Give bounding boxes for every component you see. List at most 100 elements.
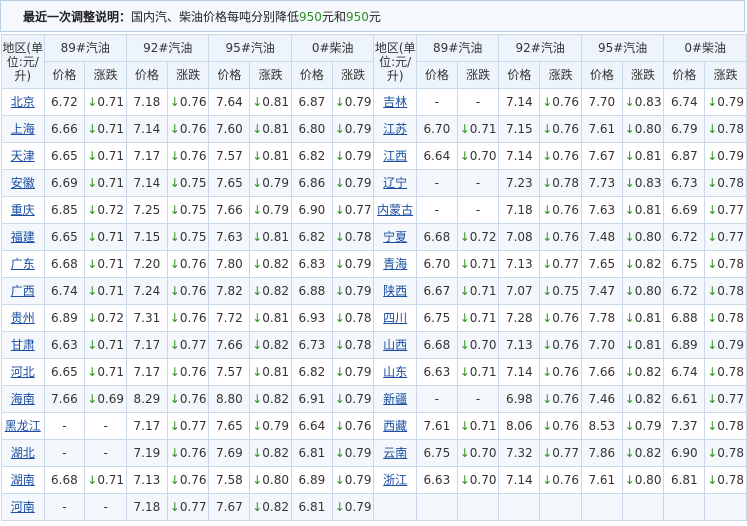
price-cell: 7.15 [125,223,168,251]
change-cell: ↓0.71 [456,412,500,440]
city-link[interactable]: 江苏 [383,122,407,136]
change-value: 0.80 [634,122,662,136]
down-arrow-icon: ↓ [252,284,263,298]
down-arrow-icon: ↓ [542,176,553,190]
price-cell: 6.83 [290,250,333,278]
price-cell: 6.90 [290,196,333,224]
city-link[interactable]: 黑龙江 [5,419,41,433]
price-cell: 7.61 [580,466,623,494]
price-cell: 6.91 [290,385,333,413]
down-arrow-icon: ↓ [707,365,718,379]
down-arrow-icon: ↓ [252,311,263,325]
down-arrow-icon: ↓ [459,473,470,487]
down-arrow-icon: ↓ [252,122,263,136]
down-arrow-icon: ↓ [459,230,470,244]
city-link[interactable]: 吉林 [383,95,407,109]
city-link[interactable]: 辽宁 [383,176,407,190]
down-arrow-icon: ↓ [624,203,635,217]
price-cell: 6.67 [415,277,458,305]
city-link[interactable]: 浙江 [383,473,407,487]
price-cell: 7.13 [498,331,541,359]
city-cell: 宁夏 [373,223,417,251]
table-row: 黑龙江 - -7.17 ↓0.77 7.65 ↓0.79 6.64 ↓0.76 西藏 7.61 ↓0… [1,412,747,440]
city-link[interactable]: 福建 [11,230,35,244]
city-link[interactable]: 江西 [383,149,407,163]
price-cell: 6.98 [498,385,541,413]
city-cell: 青海 [373,250,417,278]
city-link[interactable]: 安徽 [11,176,35,190]
change-cell: ↓0.76 [166,439,210,467]
change-cell: ↓0.79 [704,88,747,116]
city-link[interactable]: 宁夏 [383,230,407,244]
change-cell: ↓0.80 [621,115,665,143]
price-cell: 7.63 [580,196,623,224]
price-cell: 6.82 [290,358,333,386]
city-link[interactable]: 河北 [11,365,35,379]
city-cell: 四川 [373,304,417,332]
city-link[interactable]: 山西 [383,338,407,352]
city-link[interactable]: 广西 [11,284,35,298]
price-cell: 6.68 [415,331,458,359]
city-link[interactable]: 湖南 [11,473,35,487]
price-cell: 6.66 [43,115,86,143]
city-link[interactable]: 上海 [11,122,35,136]
price-cell: 6.88 [663,304,706,332]
city-link[interactable]: 河南 [11,500,35,514]
price-cell: 7.57 [208,142,251,170]
price-cell: 8.53 [580,412,623,440]
change-cell: ↓0.79 [331,115,375,143]
change-value: 0.82 [262,392,290,406]
city-link[interactable]: 西藏 [383,419,407,433]
change-cell: ↓0.82 [621,385,665,413]
change-value: 0.69 [97,392,125,406]
city-link[interactable]: 云南 [383,446,407,460]
price-cell: 7.47 [580,277,623,305]
change-value: 0.76 [552,122,579,136]
change-value: 0.82 [262,446,290,460]
city-link[interactable]: 山东 [383,365,407,379]
down-arrow-icon: ↓ [87,311,98,325]
city-link[interactable]: 四川 [383,311,407,325]
change-value: 0.78 [717,257,744,271]
change-value: 0.79 [344,176,372,190]
change-value: 0.70 [469,149,497,163]
city-link[interactable]: 贵州 [11,311,35,325]
change-header: 涨跌 [166,61,210,89]
city-link[interactable]: 内蒙古 [377,203,413,217]
city-link[interactable]: 海南 [11,392,35,406]
down-arrow-icon: ↓ [624,176,635,190]
city-link[interactable]: 甘肃 [11,338,35,352]
change-value: 0.79 [344,149,372,163]
price-cell [498,493,541,521]
table-row: 广东 6.68 ↓0.71 7.20 ↓0.76 7.80 ↓0.82 6.83 ↓0.79 青海… [1,250,747,278]
adjustment-notice: 最近一次调整说明：国内汽、柴油价格每吨分别降低950元和950元 [0,0,745,32]
change-value: 0.76 [552,392,579,406]
city-cell: 湖南 [1,466,45,494]
price-cell: 7.14 [125,169,168,197]
down-arrow-icon: ↓ [169,338,180,352]
change-cell: ↓0.78 [704,115,747,143]
change-cell: ↓0.79 [331,169,375,197]
price-cell: 7.14 [498,142,541,170]
price-cell: 6.63 [415,358,458,386]
down-arrow-icon: ↓ [707,149,718,163]
city-link[interactable]: 陕西 [383,284,407,298]
price-cell: 7.65 [208,169,251,197]
down-arrow-icon: ↓ [252,230,263,244]
city-link[interactable]: 广东 [11,257,35,271]
change-cell: ↓0.77 [166,493,210,521]
city-link[interactable]: 天津 [11,149,35,163]
city-cell: 贵州 [1,304,45,332]
city-cell: 河北 [1,358,45,386]
price-header: 价格 [415,61,458,89]
city-link[interactable]: 青海 [383,257,407,271]
change-cell: ↓0.77 [704,223,747,251]
change-value: 0.70 [469,446,497,460]
city-cell: 甘肃 [1,331,45,359]
city-link[interactable]: 重庆 [11,203,35,217]
city-link[interactable]: 湖北 [11,446,35,460]
price-cell: 6.63 [43,331,86,359]
price-cell: 7.37 [663,412,706,440]
city-link[interactable]: 新疆 [383,392,407,406]
city-link[interactable]: 北京 [11,95,35,109]
